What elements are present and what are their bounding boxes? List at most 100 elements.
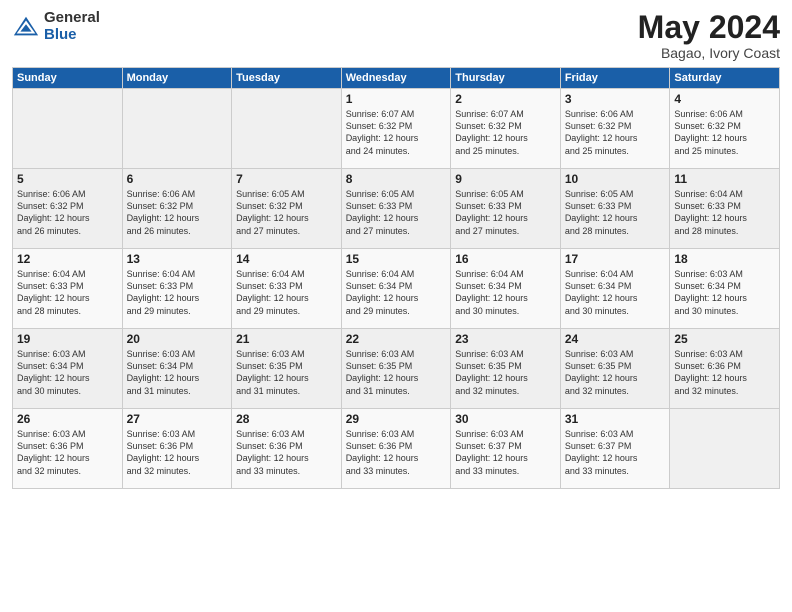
day-number: 12 bbox=[17, 252, 118, 266]
day-info: Sunrise: 6:05 AM Sunset: 6:33 PM Dayligh… bbox=[565, 188, 666, 237]
day-info: Sunrise: 6:07 AM Sunset: 6:32 PM Dayligh… bbox=[455, 108, 556, 157]
day-number: 15 bbox=[346, 252, 447, 266]
weekday-header-row: SundayMondayTuesdayWednesdayThursdayFrid… bbox=[13, 68, 780, 89]
calendar-table: SundayMondayTuesdayWednesdayThursdayFrid… bbox=[12, 67, 780, 489]
day-number: 29 bbox=[346, 412, 447, 426]
header: General Blue May 2024 Bagao, Ivory Coast bbox=[12, 10, 780, 61]
day-info: Sunrise: 6:07 AM Sunset: 6:32 PM Dayligh… bbox=[346, 108, 447, 157]
day-number: 2 bbox=[455, 92, 556, 106]
calendar-cell: 17 Sunrise: 6:04 AM Sunset: 6:34 PM Dayli… bbox=[560, 249, 670, 329]
day-info: Sunrise: 6:03 AM Sunset: 6:37 PM Dayligh… bbox=[565, 428, 666, 477]
day-info: Sunrise: 6:03 AM Sunset: 6:34 PM Dayligh… bbox=[127, 348, 228, 397]
day-info: Sunrise: 6:04 AM Sunset: 6:33 PM Dayligh… bbox=[127, 268, 228, 317]
day-info: Sunrise: 6:03 AM Sunset: 6:34 PM Dayligh… bbox=[674, 268, 775, 317]
calendar-cell: 14 Sunrise: 6:04 AM Sunset: 6:33 PM Dayli… bbox=[232, 249, 342, 329]
calendar-cell: 15 Sunrise: 6:04 AM Sunset: 6:34 PM Dayli… bbox=[341, 249, 451, 329]
day-info: Sunrise: 6:04 AM Sunset: 6:33 PM Dayligh… bbox=[236, 268, 337, 317]
day-number: 23 bbox=[455, 332, 556, 346]
day-info: Sunrise: 6:06 AM Sunset: 6:32 PM Dayligh… bbox=[127, 188, 228, 237]
calendar-cell: 21 Sunrise: 6:03 AM Sunset: 6:35 PM Dayli… bbox=[232, 329, 342, 409]
calendar-cell: 24Sunrise: 6:03 AM Sunset: 6:35 PM Dayli… bbox=[560, 329, 670, 409]
calendar-cell bbox=[122, 89, 232, 169]
logo-general: General bbox=[44, 10, 100, 27]
weekday-header-friday: Friday bbox=[560, 68, 670, 89]
day-number: 18 bbox=[674, 252, 775, 266]
day-info: Sunrise: 6:06 AM Sunset: 6:32 PM Dayligh… bbox=[17, 188, 118, 237]
day-number: 14 bbox=[236, 252, 337, 266]
day-info: Sunrise: 6:03 AM Sunset: 6:36 PM Dayligh… bbox=[674, 348, 775, 397]
day-info: Sunrise: 6:03 AM Sunset: 6:35 PM Dayligh… bbox=[455, 348, 556, 397]
calendar-cell: 30 Sunrise: 6:03 AM Sunset: 6:37 PM Dayli… bbox=[451, 409, 561, 489]
logo-icon bbox=[12, 13, 40, 41]
day-number: 16 bbox=[455, 252, 556, 266]
calendar-cell bbox=[13, 89, 123, 169]
calendar-cell: 3Sunrise: 6:06 AM Sunset: 6:32 PM Daylig… bbox=[560, 89, 670, 169]
day-number: 5 bbox=[17, 172, 118, 186]
day-info: Sunrise: 6:03 AM Sunset: 6:35 PM Dayligh… bbox=[565, 348, 666, 397]
day-info: Sunrise: 6:03 AM Sunset: 6:35 PM Dayligh… bbox=[236, 348, 337, 397]
day-number: 10 bbox=[565, 172, 666, 186]
calendar-cell: 11 Sunrise: 6:04 AM Sunset: 6:33 PM Dayli… bbox=[670, 169, 780, 249]
page-container: General Blue May 2024 Bagao, Ivory Coast… bbox=[0, 0, 792, 497]
day-info: Sunrise: 6:05 AM Sunset: 6:33 PM Dayligh… bbox=[346, 188, 447, 237]
calendar-week-5: 26 Sunrise: 6:03 AM Sunset: 6:36 PM Dayli… bbox=[13, 409, 780, 489]
day-number: 7 bbox=[236, 172, 337, 186]
day-info: Sunrise: 6:04 AM Sunset: 6:34 PM Dayligh… bbox=[455, 268, 556, 317]
calendar-cell bbox=[232, 89, 342, 169]
calendar-cell: 31Sunrise: 6:03 AM Sunset: 6:37 PM Dayli… bbox=[560, 409, 670, 489]
calendar-cell: 26Sunrise: 6:03 AM Sunset: 6:36 PM Dayli… bbox=[13, 409, 123, 489]
calendar-cell: 16 Sunrise: 6:04 AM Sunset: 6:34 PM Dayli… bbox=[451, 249, 561, 329]
calendar-cell bbox=[670, 409, 780, 489]
day-number: 17 bbox=[565, 252, 666, 266]
calendar-subtitle: Bagao, Ivory Coast bbox=[638, 45, 780, 61]
day-number: 30 bbox=[455, 412, 556, 426]
day-info: Sunrise: 6:05 AM Sunset: 6:32 PM Dayligh… bbox=[236, 188, 337, 237]
calendar-cell: 20 Sunrise: 6:03 AM Sunset: 6:34 PM Dayli… bbox=[122, 329, 232, 409]
day-number: 26 bbox=[17, 412, 118, 426]
weekday-header-monday: Monday bbox=[122, 68, 232, 89]
calendar-cell: 9Sunrise: 6:05 AM Sunset: 6:33 PM Daylig… bbox=[451, 169, 561, 249]
weekday-header-wednesday: Wednesday bbox=[341, 68, 451, 89]
calendar-cell: 2 Sunrise: 6:07 AM Sunset: 6:32 PM Daylig… bbox=[451, 89, 561, 169]
calendar-cell: 8 Sunrise: 6:05 AM Sunset: 6:33 PM Daylig… bbox=[341, 169, 451, 249]
day-info: Sunrise: 6:04 AM Sunset: 6:33 PM Dayligh… bbox=[674, 188, 775, 237]
day-number: 13 bbox=[127, 252, 228, 266]
day-info: Sunrise: 6:04 AM Sunset: 6:34 PM Dayligh… bbox=[346, 268, 447, 317]
calendar-title: May 2024 bbox=[638, 10, 780, 45]
day-number: 8 bbox=[346, 172, 447, 186]
day-number: 25 bbox=[674, 332, 775, 346]
calendar-cell: 10 Sunrise: 6:05 AM Sunset: 6:33 PM Dayli… bbox=[560, 169, 670, 249]
day-info: Sunrise: 6:03 AM Sunset: 6:36 PM Dayligh… bbox=[127, 428, 228, 477]
calendar-cell: 18 Sunrise: 6:03 AM Sunset: 6:34 PM Dayli… bbox=[670, 249, 780, 329]
day-number: 28 bbox=[236, 412, 337, 426]
day-info: Sunrise: 6:03 AM Sunset: 6:36 PM Dayligh… bbox=[346, 428, 447, 477]
calendar-cell: 5 Sunrise: 6:06 AM Sunset: 6:32 PM Daylig… bbox=[13, 169, 123, 249]
day-number: 3 bbox=[565, 92, 666, 106]
day-number: 1 bbox=[346, 92, 447, 106]
weekday-header-saturday: Saturday bbox=[670, 68, 780, 89]
day-number: 9 bbox=[455, 172, 556, 186]
title-block: May 2024 Bagao, Ivory Coast bbox=[638, 10, 780, 61]
calendar-cell: 1 Sunrise: 6:07 AM Sunset: 6:32 PM Daylig… bbox=[341, 89, 451, 169]
day-info: Sunrise: 6:04 AM Sunset: 6:34 PM Dayligh… bbox=[565, 268, 666, 317]
day-info: Sunrise: 6:03 AM Sunset: 6:35 PM Dayligh… bbox=[346, 348, 447, 397]
logo-text: General Blue bbox=[44, 10, 100, 43]
calendar-week-1: 1 Sunrise: 6:07 AM Sunset: 6:32 PM Daylig… bbox=[13, 89, 780, 169]
day-number: 6 bbox=[127, 172, 228, 186]
day-number: 20 bbox=[127, 332, 228, 346]
calendar-cell: 27Sunrise: 6:03 AM Sunset: 6:36 PM Dayli… bbox=[122, 409, 232, 489]
calendar-cell: 28 Sunrise: 6:03 AM Sunset: 6:36 PM Dayli… bbox=[232, 409, 342, 489]
calendar-cell: 7 Sunrise: 6:05 AM Sunset: 6:32 PM Daylig… bbox=[232, 169, 342, 249]
calendar-week-3: 12 Sunrise: 6:04 AM Sunset: 6:33 PM Dayli… bbox=[13, 249, 780, 329]
calendar-cell: 29 Sunrise: 6:03 AM Sunset: 6:36 PM Dayli… bbox=[341, 409, 451, 489]
day-info: Sunrise: 6:03 AM Sunset: 6:36 PM Dayligh… bbox=[236, 428, 337, 477]
calendar-cell: 19Sunrise: 6:03 AM Sunset: 6:34 PM Dayli… bbox=[13, 329, 123, 409]
day-info: Sunrise: 6:06 AM Sunset: 6:32 PM Dayligh… bbox=[674, 108, 775, 157]
day-info: Sunrise: 6:03 AM Sunset: 6:37 PM Dayligh… bbox=[455, 428, 556, 477]
day-number: 21 bbox=[236, 332, 337, 346]
calendar-cell: 25 Sunrise: 6:03 AM Sunset: 6:36 PM Dayli… bbox=[670, 329, 780, 409]
calendar-cell: 13 Sunrise: 6:04 AM Sunset: 6:33 PM Dayli… bbox=[122, 249, 232, 329]
day-number: 11 bbox=[674, 172, 775, 186]
calendar-cell: 12Sunrise: 6:04 AM Sunset: 6:33 PM Dayli… bbox=[13, 249, 123, 329]
calendar-cell: 22Sunrise: 6:03 AM Sunset: 6:35 PM Dayli… bbox=[341, 329, 451, 409]
